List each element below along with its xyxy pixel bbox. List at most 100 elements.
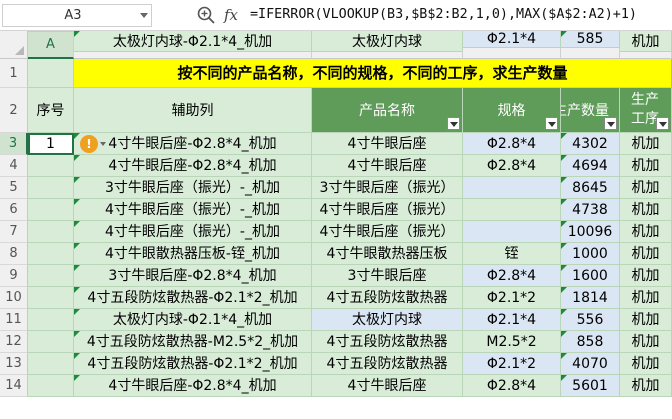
- cell-seq-15[interactable]: [28, 31, 74, 32]
- cell-spec-5[interactable]: [463, 177, 561, 199]
- row-header-4[interactable]: 4: [0, 155, 28, 177]
- cell-seq-7[interactable]: [28, 221, 74, 243]
- cell-aux-9[interactable]: 3寸牛眼后座-Φ2.8*4_机加: [74, 265, 312, 287]
- filter-dropdown-icon[interactable]: [656, 117, 669, 130]
- cell-aux-4[interactable]: 4寸牛眼后座-Φ2.8*4_机加: [74, 155, 312, 177]
- cell-spec-3[interactable]: Φ2.8*4: [463, 133, 561, 155]
- header-proc-cell[interactable]: 生产工序: [620, 88, 672, 133]
- cell-qty-13[interactable]: 4070: [561, 353, 620, 375]
- cell-qty-10[interactable]: 1814: [561, 287, 620, 309]
- header-spec-cell[interactable]: 规格: [463, 88, 561, 133]
- cell-proc-15[interactable]: 机加: [620, 31, 672, 52]
- cell-proc-12[interactable]: 机加: [620, 331, 672, 353]
- row-header-2[interactable]: 2: [0, 88, 28, 133]
- cell-aux-6[interactable]: 4寸牛眼后座（振光）-_机加: [74, 199, 312, 221]
- cell-seq-14[interactable]: [28, 375, 74, 397]
- row-header-12[interactable]: 12: [0, 331, 28, 353]
- cell-product-12[interactable]: 4寸五段防炫散热器: [312, 331, 463, 353]
- cell-product-3[interactable]: 4寸牛眼后座: [312, 133, 463, 155]
- fx-function-icon[interactable]: fx: [222, 4, 244, 26]
- cell-seq-11[interactable]: [28, 309, 74, 331]
- row-header-11[interactable]: 11: [0, 309, 28, 331]
- cell-aux-8[interactable]: 4寸牛眼散热器压板-铚_机加: [74, 243, 312, 265]
- filter-dropdown-icon[interactable]: [545, 117, 558, 130]
- cell-proc-6[interactable]: 机加: [620, 199, 672, 221]
- cell-seq-3[interactable]: 1: [28, 133, 74, 155]
- cell-spec-10[interactable]: Φ2.1*2: [463, 287, 561, 309]
- header-qty-cell[interactable]: 生产数量: [561, 88, 620, 133]
- cell-a1[interactable]: [28, 59, 74, 88]
- cell-product-7[interactable]: 4寸牛眼后座（振光）: [312, 221, 463, 243]
- cell-product-6[interactable]: 4寸牛眼后座（振光）: [312, 199, 463, 221]
- row-header-6[interactable]: 6: [0, 199, 28, 221]
- cell-seq-6[interactable]: [28, 199, 74, 221]
- header-seq-cell[interactable]: 序号: [28, 88, 74, 133]
- cell-spec-12[interactable]: M2.5*2: [463, 331, 561, 353]
- cell-product-10[interactable]: 4寸五段防炫散热器: [312, 287, 463, 309]
- row-header-1[interactable]: 1: [0, 59, 28, 88]
- chevron-down-icon[interactable]: [100, 142, 106, 146]
- name-box[interactable]: A3: [2, 4, 152, 27]
- row-header-8[interactable]: 8: [0, 243, 28, 265]
- cell-proc-10[interactable]: 机加: [620, 287, 672, 309]
- cell-aux-7[interactable]: 4寸牛眼后座（振光）-_机加: [74, 221, 312, 243]
- cell-seq-10[interactable]: [28, 287, 74, 309]
- cell-qty-9[interactable]: 1600: [561, 265, 620, 287]
- cell-qty-14[interactable]: 5601: [561, 375, 620, 397]
- cell-product-5[interactable]: 3寸牛眼后座（振光）: [312, 177, 463, 199]
- cell-spec-7[interactable]: [463, 221, 561, 243]
- select-all-corner[interactable]: [0, 31, 28, 59]
- row-header-7[interactable]: 7: [0, 221, 28, 243]
- cell-product-4[interactable]: 4寸牛眼后座: [312, 155, 463, 177]
- cell-spec-9[interactable]: Φ2.8*4: [463, 265, 561, 287]
- cell-qty-4[interactable]: 4694: [561, 155, 620, 177]
- cell-product-8[interactable]: 4寸牛眼散热器压板: [312, 243, 463, 265]
- magnifier-zoom-icon[interactable]: [196, 5, 216, 25]
- row-header-13[interactable]: 13: [0, 353, 28, 375]
- cell-proc-7[interactable]: 机加: [620, 221, 672, 243]
- cell-aux-11[interactable]: 太极灯内球-Φ2.1*4_机加: [74, 309, 312, 331]
- cell-qty-6[interactable]: 4738: [561, 199, 620, 221]
- cell-aux-14[interactable]: 4寸牛眼后座-Φ2.8*4_机加: [74, 375, 312, 397]
- formula-input[interactable]: =IFERROR(VLOOKUP(B3,$B$2:B2,1,0),MAX($A$…: [250, 4, 672, 27]
- sheet-title[interactable]: 按不同的产品名称，不同的规格，不同的工序，求生产数量: [74, 59, 672, 88]
- header-product-cell[interactable]: 产品名称: [312, 88, 463, 133]
- cell-product-13[interactable]: 4寸五段防炫散热器: [312, 353, 463, 375]
- row-header-3[interactable]: 3: [0, 133, 28, 155]
- cell-product-14[interactable]: 4寸牛眼后座: [312, 375, 463, 397]
- cell-aux-10[interactable]: 4寸五段防炫散热器-Φ2.1*2_机加: [74, 287, 312, 309]
- cell-seq-8[interactable]: [28, 243, 74, 265]
- cell-aux-13[interactable]: 4寸五段防炫散热器-Φ2.1*2_机加: [74, 353, 312, 375]
- cell-qty-15[interactable]: 585: [561, 31, 620, 48]
- row-header-10[interactable]: 10: [0, 287, 28, 309]
- cell-seq-5[interactable]: [28, 177, 74, 199]
- row-header-14[interactable]: 14: [0, 375, 28, 397]
- cell-spec-4[interactable]: Φ2.8*4: [463, 155, 561, 177]
- cell-spec-13[interactable]: Φ2.1*2: [463, 353, 561, 375]
- chevron-down-icon[interactable]: [140, 13, 148, 18]
- cell-aux-5[interactable]: 3寸牛眼后座（振光）-_机加: [74, 177, 312, 199]
- cell-spec-14[interactable]: Φ2.8*4: [463, 375, 561, 397]
- cell-aux-3[interactable]: 4寸牛眼后座-Φ2.8*4_机加: [74, 133, 312, 155]
- cell-proc-13[interactable]: 机加: [620, 353, 672, 375]
- cell-spec-11[interactable]: Φ2.1*4: [463, 309, 561, 331]
- filter-dropdown-icon[interactable]: [447, 117, 460, 130]
- cell-qty-11[interactable]: 556: [561, 309, 620, 331]
- cell-proc-9[interactable]: 机加: [620, 265, 672, 287]
- error-warning-icon[interactable]: !: [80, 135, 98, 153]
- row-header-9[interactable]: 9: [0, 265, 28, 287]
- cell-qty-7[interactable]: 10096: [561, 221, 620, 243]
- cell-qty-3[interactable]: 4302: [561, 133, 620, 155]
- cell-proc-11[interactable]: 机加: [620, 309, 672, 331]
- cell-product-11[interactable]: 太极灯内球: [312, 309, 463, 331]
- filter-dropdown-icon[interactable]: [604, 117, 617, 130]
- cell-qty-5[interactable]: 8645: [561, 177, 620, 199]
- row-header-5[interactable]: 5: [0, 177, 28, 199]
- cell-spec-8[interactable]: 铚: [463, 243, 561, 265]
- cell-proc-4[interactable]: 机加: [620, 155, 672, 177]
- cell-seq-9[interactable]: [28, 265, 74, 287]
- cell-seq-4[interactable]: [28, 155, 74, 177]
- cell-spec-6[interactable]: [463, 199, 561, 221]
- cell-proc-14[interactable]: 机加: [620, 375, 672, 397]
- header-aux-cell[interactable]: 辅助列: [74, 88, 312, 133]
